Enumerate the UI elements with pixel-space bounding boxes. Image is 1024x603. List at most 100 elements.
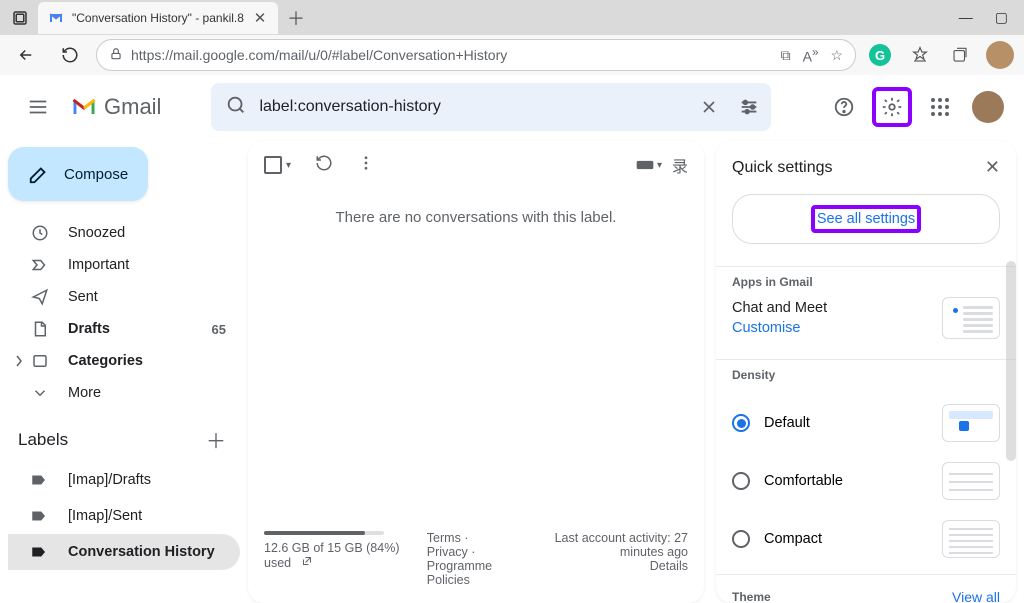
density-preview bbox=[942, 462, 1000, 500]
storage-bar bbox=[264, 531, 384, 535]
back-button[interactable] bbox=[8, 39, 44, 71]
label-imap-drafts[interactable]: [Imap]/Drafts bbox=[8, 462, 240, 498]
chat-meet-preview bbox=[942, 297, 1000, 339]
maximize-button[interactable]: ▢ bbox=[995, 9, 1008, 26]
density-preview bbox=[942, 404, 1000, 442]
density-compact[interactable]: Compact bbox=[732, 510, 1000, 568]
gmail-product-name: Gmail bbox=[104, 94, 161, 120]
terms-link[interactable]: Terms bbox=[427, 531, 461, 545]
gmail-body: Compose Snoozed Important Sent Drafts bbox=[0, 139, 1024, 603]
see-all-settings-button[interactable]: See all settings bbox=[732, 194, 1000, 244]
favorites-icon[interactable] bbox=[904, 39, 936, 71]
pencil-icon bbox=[28, 163, 50, 185]
sidebar-item-more[interactable]: More bbox=[8, 377, 240, 409]
account-button[interactable] bbox=[968, 87, 1008, 127]
sidebar-item-drafts[interactable]: Drafts 65 bbox=[8, 313, 240, 345]
close-quick-settings-icon[interactable]: ✕ bbox=[985, 157, 1000, 178]
compose-button[interactable]: Compose bbox=[8, 147, 148, 201]
chat-meet-title: Chat and Meet bbox=[732, 300, 942, 316]
view-all-themes-link[interactable]: View all bbox=[952, 589, 1000, 603]
refresh-messages-button[interactable] bbox=[315, 154, 333, 177]
message-toolbar: ▾ ▾ 录 bbox=[248, 141, 704, 185]
new-tab-button[interactable]: ＋ bbox=[282, 4, 310, 32]
quick-settings-title: Quick settings bbox=[732, 159, 832, 177]
search-bar[interactable] bbox=[211, 83, 771, 131]
storage-info: 12.6 GB of 15 GB (84%) used bbox=[264, 531, 407, 587]
profile-button[interactable] bbox=[984, 39, 1016, 71]
label-conversation-history[interactable]: Conversation History bbox=[8, 534, 240, 570]
density-comfortable[interactable]: Comfortable bbox=[732, 452, 1000, 510]
label-icon bbox=[30, 542, 50, 562]
search-options-icon[interactable] bbox=[737, 95, 761, 119]
density-default[interactable]: Default bbox=[732, 394, 1000, 452]
search-input[interactable] bbox=[259, 98, 685, 116]
tabs-overview-button[interactable] bbox=[6, 4, 34, 32]
quick-settings-panel: Quick settings ✕ See all settings Apps i… bbox=[716, 141, 1016, 603]
categories-icon bbox=[30, 351, 50, 371]
apps-section-title: Apps in Gmail bbox=[716, 267, 1016, 297]
link-icon[interactable]: ⧉ bbox=[781, 47, 791, 64]
footer-links: Terms · Privacy · Programme Policies bbox=[427, 531, 512, 587]
sidebar: Compose Snoozed Important Sent Drafts bbox=[0, 139, 248, 603]
nav-list: Snoozed Important Sent Drafts 65 bbox=[8, 217, 240, 409]
density-preview bbox=[942, 520, 1000, 558]
select-all-checkbox[interactable]: ▾ bbox=[264, 156, 291, 174]
read-aloud-icon[interactable]: A» bbox=[803, 46, 819, 65]
open-in-new-icon[interactable] bbox=[301, 556, 313, 570]
chat-meet-row: Chat and Meet Customise bbox=[716, 297, 1016, 353]
details-link[interactable]: Details bbox=[532, 559, 688, 573]
gmail-app: Gmail bbox=[0, 75, 1024, 603]
radio-icon bbox=[732, 472, 750, 490]
radio-checked-icon bbox=[732, 414, 750, 432]
sent-icon bbox=[30, 287, 50, 307]
url-text: https://mail.google.com/mail/u/0/#label/… bbox=[131, 47, 507, 63]
checkbox-icon bbox=[264, 156, 282, 174]
browser-tab[interactable]: "Conversation History" - pankil.8 ✕ bbox=[38, 2, 278, 34]
input-method-button[interactable]: ▾ bbox=[635, 158, 662, 172]
toolbar-right: G bbox=[864, 39, 1016, 71]
address-bar[interactable]: https://mail.google.com/mail/u/0/#label/… bbox=[96, 39, 856, 71]
minimize-button[interactable]: — bbox=[959, 9, 973, 26]
settings-button[interactable] bbox=[872, 87, 912, 127]
main-menu-button[interactable] bbox=[16, 85, 60, 129]
clear-search-icon[interactable] bbox=[697, 95, 721, 119]
collections-icon[interactable] bbox=[944, 39, 976, 71]
grammarly-icon[interactable]: G bbox=[864, 39, 896, 71]
tab-strip: "Conversation History" - pankil.8 ✕ ＋ — … bbox=[0, 0, 1024, 35]
radio-icon bbox=[732, 530, 750, 548]
google-apps-button[interactable] bbox=[920, 87, 960, 127]
labels-header: Labels ＋ bbox=[8, 409, 240, 462]
support-button[interactable] bbox=[824, 87, 864, 127]
sidebar-item-important[interactable]: Important bbox=[8, 249, 240, 281]
theme-section-title: Theme bbox=[732, 590, 771, 603]
window-controls: — ▢ bbox=[959, 9, 1018, 26]
close-tab-icon[interactable]: ✕ bbox=[252, 10, 268, 26]
gmail-header: Gmail bbox=[0, 75, 1024, 139]
favorite-icon[interactable]: ☆ bbox=[830, 47, 843, 64]
message-footer: 12.6 GB of 15 GB (84%) used Terms · Priv… bbox=[248, 519, 704, 603]
search-icon bbox=[225, 94, 247, 121]
avatar bbox=[972, 91, 1004, 123]
empty-message: There are no conversations with this lab… bbox=[248, 185, 704, 250]
label-imap-sent[interactable]: [Imap]/Sent bbox=[8, 498, 240, 534]
add-label-button[interactable]: ＋ bbox=[206, 425, 226, 454]
label-icon bbox=[30, 470, 50, 490]
sidebar-item-snoozed[interactable]: Snoozed bbox=[8, 217, 240, 249]
privacy-link[interactable]: Privacy bbox=[427, 545, 468, 559]
tab-title: "Conversation History" - pankil.8 bbox=[72, 11, 244, 25]
policies-link[interactable]: Programme Policies bbox=[427, 559, 492, 587]
header-right bbox=[824, 87, 1008, 127]
clock-icon bbox=[30, 223, 50, 243]
more-actions-button[interactable] bbox=[357, 154, 375, 177]
important-icon bbox=[30, 255, 50, 275]
compose-label: Compose bbox=[64, 166, 128, 183]
customise-link[interactable]: Customise bbox=[732, 320, 942, 336]
address-bar-actions: ⧉ A» ☆ bbox=[781, 46, 843, 65]
refresh-button[interactable] bbox=[52, 39, 88, 71]
chevron-down-icon: ▾ bbox=[286, 160, 291, 171]
lock-icon bbox=[109, 47, 123, 64]
gmail-logo[interactable]: Gmail bbox=[70, 93, 161, 121]
sidebar-item-categories[interactable]: Categories bbox=[8, 345, 240, 377]
scrollbar[interactable] bbox=[1006, 261, 1016, 461]
sidebar-item-sent[interactable]: Sent bbox=[8, 281, 240, 313]
